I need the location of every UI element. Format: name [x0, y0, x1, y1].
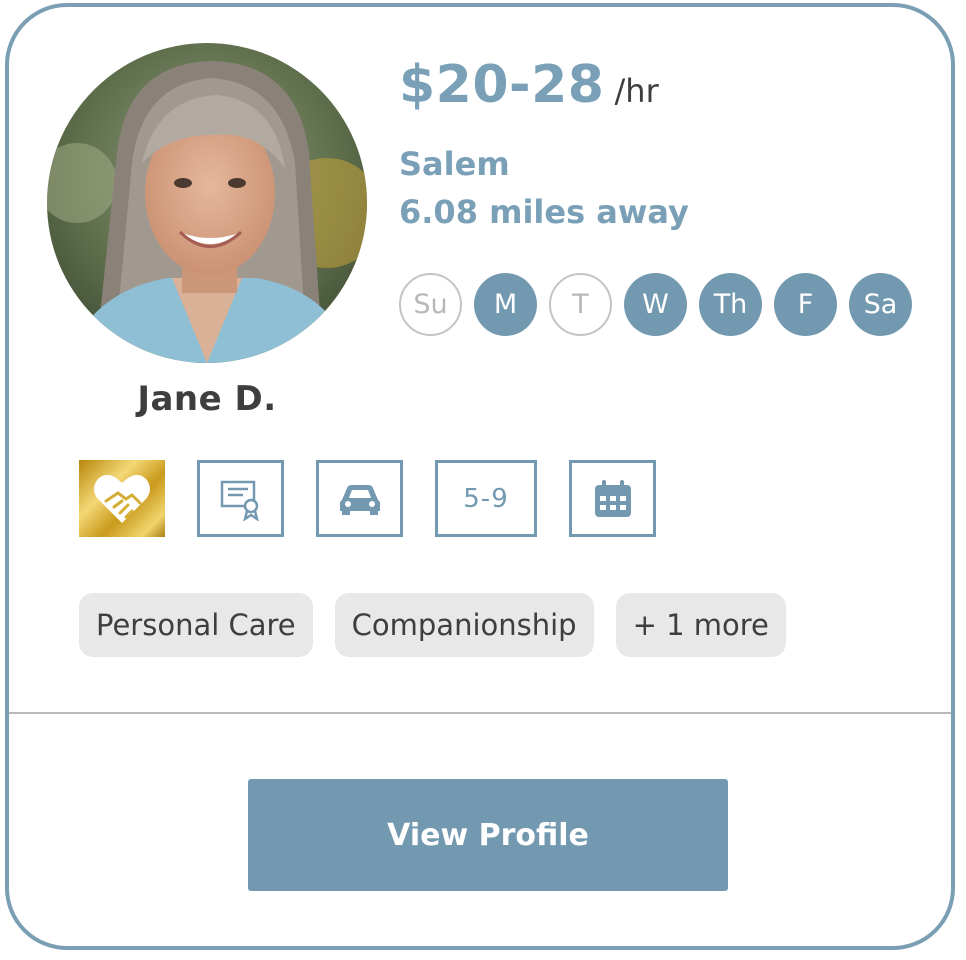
divider — [9, 712, 951, 714]
service-tags: Personal Care Companionship + 1 more — [79, 593, 786, 657]
day-thursday: Th — [699, 273, 762, 336]
profile-photo — [47, 43, 367, 363]
view-profile-button[interactable]: View Profile — [248, 779, 728, 891]
avatar — [47, 43, 367, 363]
availability-days: Su M T W Th F Sa — [399, 273, 912, 336]
more-services-tag[interactable]: + 1 more — [615, 593, 786, 657]
day-tuesday: T — [549, 273, 612, 336]
caregiver-card: Jane D. $20-28/hr Salem 6.08 miles away … — [5, 3, 955, 950]
hourly-rate: $20-28/hr — [399, 55, 659, 115]
rate-unit: /hr — [614, 72, 659, 110]
transportation-badge[interactable] — [316, 460, 403, 537]
heart-handshake-icon — [94, 474, 150, 523]
certificate-icon — [220, 480, 259, 521]
day-friday: F — [774, 273, 837, 336]
age-range-text: 5-9 — [463, 483, 509, 514]
heart-handshake-badge[interactable] — [79, 460, 165, 537]
day-monday: M — [474, 273, 537, 336]
service-tag: Companionship — [334, 593, 594, 657]
schedule-badge[interactable] — [569, 460, 656, 537]
caregiver-name: Jane D. — [137, 379, 277, 419]
day-saturday: Sa — [849, 273, 912, 336]
location-distance: 6.08 miles away — [399, 193, 689, 231]
day-wednesday: W — [624, 273, 687, 336]
certification-badge[interactable] — [197, 460, 284, 537]
car-icon — [339, 484, 380, 515]
day-sunday: Su — [399, 273, 462, 336]
location-city: Salem — [399, 145, 510, 183]
age-range-badge[interactable]: 5-9 — [435, 460, 537, 537]
calendar-icon — [594, 479, 631, 517]
rate-amount: $20-28 — [399, 55, 605, 115]
service-tag: Personal Care — [79, 593, 313, 657]
